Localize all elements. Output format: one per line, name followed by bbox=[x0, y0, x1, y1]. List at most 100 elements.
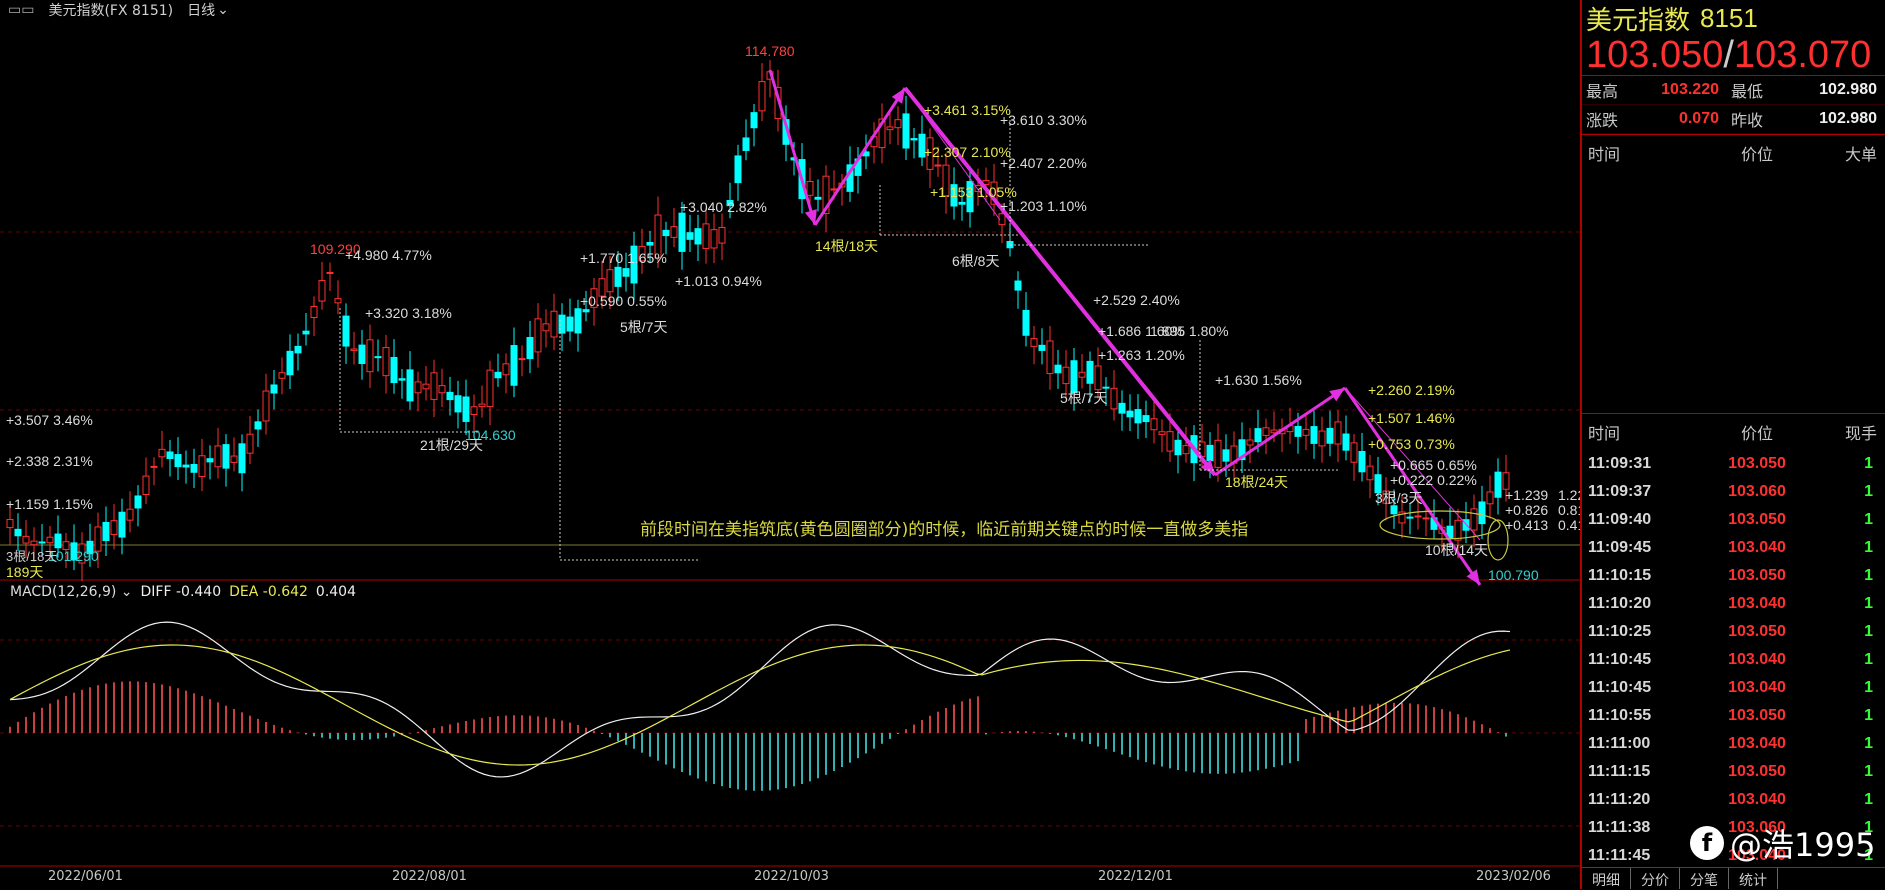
header-time: 时间 bbox=[1588, 146, 1621, 164]
candle-body bbox=[238, 443, 246, 474]
tick-price: 103.040 bbox=[1728, 791, 1786, 808]
macd-dropdown[interactable]: MACD(12,26,9) ⌄ bbox=[10, 584, 133, 600]
candle-body bbox=[510, 345, 518, 386]
tick-time: 11:10:20 bbox=[1588, 595, 1652, 612]
candle-body bbox=[646, 241, 654, 246]
candlestick-chart[interactable]: 114.780109.290104.630100.790101.290189天3… bbox=[0, 0, 1580, 889]
price-low-label: 100.790 bbox=[1488, 567, 1539, 583]
bid-ask: 103.050 / 103.070 bbox=[1582, 34, 1885, 76]
tab-detail[interactable]: 明细 bbox=[1582, 868, 1631, 889]
layout-icon[interactable]: ▭▭ bbox=[8, 2, 34, 18]
tick-row[interactable]: 11:10:45 103.040 1 bbox=[1582, 646, 1885, 674]
tick-time: 11:10:25 bbox=[1588, 623, 1652, 640]
candle-body bbox=[1262, 427, 1270, 436]
chevron-down-icon: ⌄ bbox=[217, 2, 229, 18]
annotation-text: 前段时间在美指筑底(黄色圆圈部分)的时候，临近前期关键点的时候一直做多美指 bbox=[640, 520, 1249, 540]
instrument-code: 8151 bbox=[1700, 2, 1758, 33]
tick-row[interactable]: 11:11:20 103.040 1 bbox=[1582, 786, 1885, 814]
candle-body bbox=[318, 280, 326, 302]
tick-price: 103.060 bbox=[1728, 483, 1786, 500]
candle-body bbox=[326, 271, 334, 274]
tick-row[interactable]: 11:09:31 103.050 1 bbox=[1582, 450, 1885, 478]
measure-label: +0.826 bbox=[1505, 502, 1548, 518]
candle-body bbox=[166, 451, 174, 459]
candle-body bbox=[246, 433, 254, 454]
measure-label: +0.222 0.22% bbox=[1390, 472, 1477, 488]
candle-body bbox=[1246, 439, 1254, 446]
stat-value: 102.980 bbox=[1819, 81, 1877, 98]
measure-label: +4.980 4.77% bbox=[345, 247, 432, 263]
candle-body bbox=[1030, 338, 1038, 347]
tab-price[interactable]: 分价 bbox=[1631, 868, 1680, 889]
tick-row[interactable]: 11:11:15 103.050 1 bbox=[1582, 758, 1885, 786]
measure-label: 21根/29天 bbox=[420, 437, 483, 453]
candle-body bbox=[214, 445, 222, 468]
candle-body bbox=[1342, 433, 1350, 451]
header-time: 时间 bbox=[1588, 426, 1621, 443]
tab-stats[interactable]: 统计 bbox=[1729, 868, 1778, 889]
candle-body bbox=[1470, 508, 1478, 531]
candle-body bbox=[886, 126, 894, 131]
candle-body bbox=[1206, 444, 1214, 462]
candle-body bbox=[1318, 430, 1326, 447]
x-axis-label: 2022/08/01 bbox=[392, 869, 467, 884]
stat-row: 涨跌 0.070 昨收 102.980 bbox=[1582, 105, 1885, 134]
candle-body bbox=[1134, 409, 1142, 424]
candle-body bbox=[750, 112, 758, 129]
tick-row[interactable]: 11:09:40 103.050 1 bbox=[1582, 506, 1885, 534]
bid-price: 103.050 bbox=[1586, 34, 1724, 76]
tick-time: 11:10:55 bbox=[1588, 707, 1652, 724]
macd-dea: DEA -0.642 bbox=[229, 584, 308, 600]
candle-body bbox=[446, 391, 454, 401]
measure-label: 0.81 bbox=[1558, 502, 1580, 518]
measure-label: +1.159 1.15% bbox=[6, 496, 93, 512]
panel-tabs: 明细 分价 分笔 统计 bbox=[1582, 867, 1885, 889]
measure-label: +3.610 3.30% bbox=[1000, 112, 1087, 128]
tick-price: 103.040 bbox=[1728, 735, 1786, 752]
period-label: 日线 bbox=[187, 3, 216, 19]
candle-body bbox=[1174, 439, 1182, 456]
candle-body bbox=[1494, 471, 1502, 498]
candle-body bbox=[502, 363, 510, 376]
tick-row[interactable]: 11:10:25 103.050 1 bbox=[1582, 618, 1885, 646]
period-dropdown[interactable]: 日线 ⌄ bbox=[187, 0, 229, 20]
measure-label: 14根/18天 bbox=[815, 238, 878, 254]
tick-row[interactable]: 11:10:15 103.050 1 bbox=[1582, 562, 1885, 590]
candle-body bbox=[574, 308, 582, 334]
candle-body bbox=[414, 381, 422, 394]
candle-body bbox=[1054, 364, 1062, 374]
tick-list[interactable]: 11:09:31 103.050 1 11:09:37 103.060 1 11:09:40… bbox=[1582, 450, 1885, 870]
measure-label: +0.590 0.55% bbox=[580, 293, 667, 309]
chart-area[interactable]: 114.780 109.290 104.630 100.790 101.290 189天 3… bbox=[0, 0, 1580, 889]
candle-body bbox=[582, 309, 590, 313]
tab-tick[interactable]: 分笔 bbox=[1680, 868, 1729, 889]
tick-row[interactable]: 11:09:37 103.060 1 bbox=[1582, 478, 1885, 506]
candle-body bbox=[230, 455, 238, 463]
quote-title: 美元指数 8151 bbox=[1582, 0, 1885, 36]
tick-volume: 1 bbox=[1864, 735, 1873, 752]
candle-body bbox=[198, 455, 206, 478]
macd-value: 0.404 bbox=[315, 584, 357, 600]
stats-block: 最高 103.220 最低 102.980 涨跌 0.070 昨收 102.980 bbox=[1582, 76, 1885, 134]
stat-key: 涨跌 bbox=[1586, 113, 1619, 130]
candle-body bbox=[550, 310, 558, 338]
tick-volume: 1 bbox=[1864, 707, 1873, 724]
candle-body bbox=[830, 188, 838, 191]
tick-row[interactable]: 11:10:20 103.040 1 bbox=[1582, 590, 1885, 618]
candle-body bbox=[1070, 360, 1078, 394]
chevron-down-icon: ⌄ bbox=[120, 584, 133, 600]
candle-body bbox=[1326, 427, 1334, 444]
candle-body bbox=[678, 212, 686, 252]
big-order-list[interactable] bbox=[1582, 170, 1885, 414]
tick-row[interactable]: 11:10:55 103.050 1 bbox=[1582, 702, 1885, 730]
x-axis-label: 2022/12/01 bbox=[1098, 869, 1173, 884]
candle-body bbox=[54, 533, 62, 549]
tick-row[interactable]: 11:10:45 103.040 1 bbox=[1582, 674, 1885, 702]
tick-row[interactable]: 11:09:45 103.040 1 bbox=[1582, 534, 1885, 562]
tick-volume: 1 bbox=[1864, 791, 1873, 808]
tick-volume: 1 bbox=[1864, 623, 1873, 640]
candle-body bbox=[1334, 421, 1342, 445]
macd-diff: DIFF -0.440 bbox=[140, 584, 222, 600]
candle-body bbox=[302, 330, 310, 335]
tick-row[interactable]: 11:11:00 103.040 1 bbox=[1582, 730, 1885, 758]
